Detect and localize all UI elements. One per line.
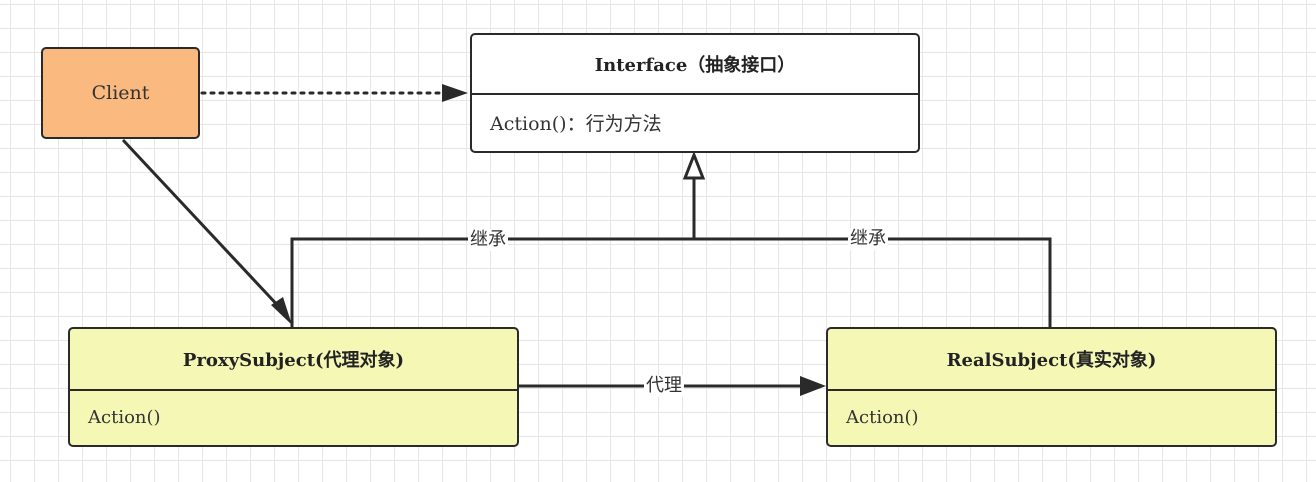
proxy-subject-method: Action(): [88, 407, 161, 428]
proxy-to-real-arrowhead: [800, 376, 826, 396]
proxy-inheritance-line: [290, 237, 694, 327]
real-subject-class-node[interactable]: RealSubject(真实对象) Action(): [826, 327, 1277, 447]
proxy-subject-class-node[interactable]: ProxySubject(代理对象) Action(): [68, 327, 519, 447]
inheritance-hollow-triangle: [682, 150, 706, 180]
delegate-label: 代理: [644, 375, 684, 397]
client-node[interactable]: Client: [41, 47, 200, 139]
uml-diagram: 继承 继承 代理 Client Interface（抽象接口） Action()…: [0, 0, 1316, 482]
interface-method: Action()：行为方法: [490, 113, 662, 135]
client-to-interface-arrowhead: [442, 84, 468, 102]
client-to-proxy-association: [121, 138, 284, 312]
proxy-inherit-label: 继承: [468, 229, 508, 251]
interface-title: Interface（抽象接口）: [472, 35, 918, 95]
real-inherit-label: 继承: [848, 228, 888, 250]
interface-class-node[interactable]: Interface（抽象接口） Action()：行为方法: [470, 33, 920, 153]
client-label: Client: [91, 82, 150, 104]
real-inheritance-line: [694, 237, 1052, 327]
proxy-subject-title: ProxySubject(代理对象): [70, 329, 517, 391]
real-subject-title: RealSubject(真实对象): [828, 329, 1275, 391]
real-subject-method: Action(): [846, 407, 919, 428]
